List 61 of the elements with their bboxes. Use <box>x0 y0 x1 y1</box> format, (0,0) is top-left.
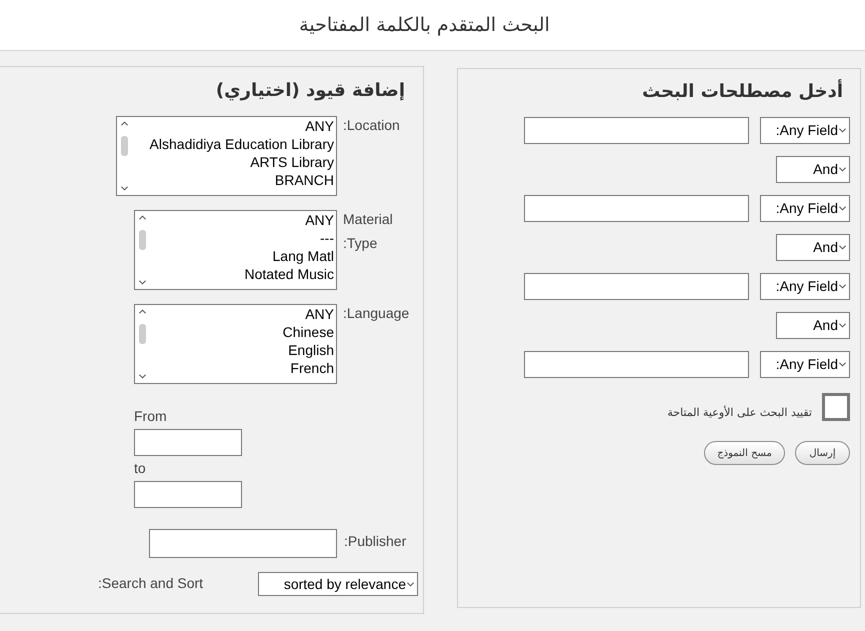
search-term-field[interactable] <box>524 273 749 300</box>
listbox-option[interactable]: ANY <box>305 117 334 135</box>
field-label: :Search and Sort <box>98 574 204 593</box>
listbox-option[interactable]: ANY <box>305 305 334 323</box>
submit-button[interactable]: إرسال <box>795 441 850 465</box>
operator-select[interactable]: And <box>776 156 850 183</box>
listbox-option[interactable]: BRANCH <box>274 171 334 189</box>
caret-down-icon[interactable] <box>839 362 846 367</box>
checkbox-label: تقييد البحث على الأوعية المتاحة <box>667 406 812 420</box>
operator-select[interactable]: And <box>776 312 850 339</box>
field-label: :Language <box>343 304 410 323</box>
listbox-option[interactable]: Lang Matl <box>272 247 334 265</box>
caret-down-icon[interactable] <box>839 128 846 133</box>
listbox[interactable]: ANY Alshadidiya Education Library ARTS Library BRANCH <box>116 116 337 196</box>
field-label: :Publisher <box>344 532 406 551</box>
scroll-down-icon[interactable] <box>138 374 146 379</box>
search-term-field[interactable] <box>524 351 749 378</box>
date-to-field[interactable] <box>134 481 242 508</box>
publisher-field[interactable] <box>149 529 337 558</box>
scroll-up-icon[interactable] <box>138 309 146 314</box>
listbox-option[interactable]: Chinese <box>282 323 334 341</box>
listbox[interactable]: ANY --- Lang Matl Notated Music <box>134 210 337 290</box>
caret-down-icon[interactable] <box>839 284 846 289</box>
field-label: From <box>134 407 167 425</box>
page-title: البحث المتقدم بالكلمة المفتاحية <box>299 12 551 38</box>
caret-down-icon[interactable] <box>839 167 846 172</box>
operator-select[interactable]: And <box>776 234 850 261</box>
caret-down-icon[interactable] <box>839 245 846 250</box>
listbox-option[interactable]: ANY <box>305 211 334 229</box>
field-label: Material :Type <box>343 210 394 253</box>
scroll-down-icon[interactable] <box>120 186 128 191</box>
section-heading: أدخل مصطلحات البحث <box>642 80 843 104</box>
reset-button[interactable]: مسح النموذج <box>704 441 785 465</box>
section-heading: إضافة قيود (اختياري) <box>216 79 405 103</box>
field-select[interactable]: :Any Field <box>760 195 850 222</box>
scrollbar-thumb[interactable] <box>138 324 146 344</box>
caret-down-icon[interactable] <box>839 323 846 328</box>
date-from-field[interactable] <box>134 429 242 456</box>
scroll-up-icon[interactable] <box>120 121 128 126</box>
field-label: to <box>134 459 146 477</box>
field-label: :Location <box>343 116 401 135</box>
caret-down-icon[interactable] <box>407 582 414 586</box>
listbox-option[interactable]: French <box>290 359 334 377</box>
listbox-option[interactable]: English <box>288 341 334 359</box>
checkbox[interactable] <box>822 393 850 421</box>
scroll-up-icon[interactable] <box>138 215 146 220</box>
search-term-field[interactable] <box>524 117 749 144</box>
listbox[interactable]: ANY Chinese English French <box>134 304 337 384</box>
listbox-option[interactable]: Notated Music <box>244 265 334 283</box>
field-select[interactable]: :Any Field <box>760 273 850 300</box>
listbox-option[interactable]: --- <box>320 229 334 247</box>
scrollbar-thumb[interactable] <box>138 230 146 250</box>
field-select[interactable]: :Any Field <box>760 351 850 378</box>
field-select[interactable]: :Any Field <box>760 117 850 144</box>
search-term-field[interactable] <box>524 195 749 222</box>
listbox-option[interactable]: ARTS Library <box>250 153 334 171</box>
caret-down-icon[interactable] <box>839 206 846 211</box>
listbox-option[interactable]: Alshadidiya Education Library <box>150 135 334 153</box>
scroll-down-icon[interactable] <box>138 280 146 285</box>
sort-select[interactable]: sorted by relevance <box>258 572 418 596</box>
scrollbar-thumb[interactable] <box>120 136 128 156</box>
